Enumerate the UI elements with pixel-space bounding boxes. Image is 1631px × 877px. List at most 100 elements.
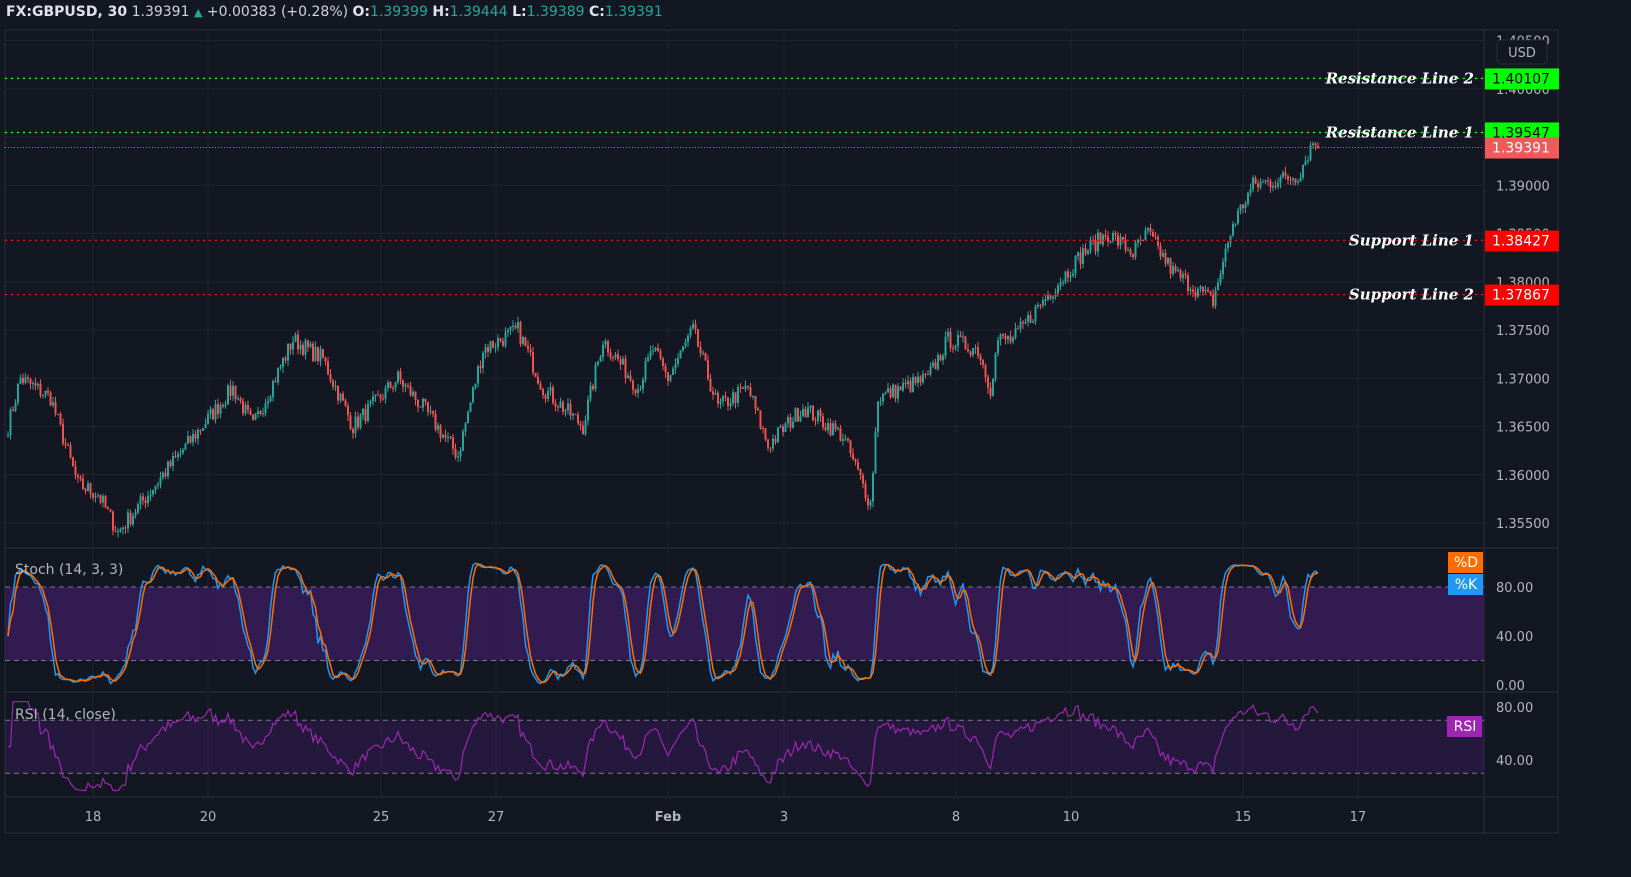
candle (444, 434, 447, 438)
candle (307, 340, 309, 347)
candle (29, 378, 32, 384)
candle (1199, 286, 1202, 289)
candle (849, 440, 852, 454)
candle (404, 384, 407, 387)
candle (32, 383, 34, 385)
candle (1052, 296, 1054, 299)
candle (104, 496, 107, 508)
candle (282, 358, 284, 367)
candle (19, 377, 22, 384)
candle (822, 416, 824, 428)
candle (1129, 249, 1132, 255)
candle (697, 329, 699, 347)
candle (34, 383, 37, 386)
candle (804, 408, 807, 418)
candle (947, 331, 949, 337)
candle (1034, 306, 1037, 322)
candle (919, 376, 922, 383)
candle (682, 346, 684, 351)
candle (1187, 275, 1189, 291)
candle (884, 392, 887, 394)
candle (489, 341, 492, 352)
candle (759, 410, 762, 429)
candle (209, 409, 212, 414)
candle (999, 334, 1002, 341)
candle (707, 360, 709, 379)
candle (769, 447, 772, 449)
candle (437, 425, 439, 430)
candle (364, 408, 367, 422)
candle (239, 398, 242, 401)
candle (1122, 236, 1124, 240)
candle (1039, 304, 1042, 306)
candle (829, 423, 832, 436)
candle (99, 495, 102, 503)
candle (17, 383, 19, 403)
candle (372, 396, 374, 402)
candle (177, 453, 179, 457)
candle (1087, 250, 1089, 255)
candle (117, 531, 119, 533)
candle (709, 378, 712, 392)
candle (794, 408, 797, 422)
candle (332, 380, 334, 387)
candle (212, 409, 214, 420)
candle (1277, 182, 1279, 188)
candle (649, 351, 652, 358)
candle (167, 461, 169, 477)
candle (972, 348, 974, 356)
candle (837, 428, 839, 430)
candle (914, 376, 917, 384)
candle (1167, 258, 1169, 264)
candle (599, 357, 602, 362)
candle (1009, 336, 1012, 342)
candle (1224, 248, 1227, 262)
candle (12, 409, 14, 411)
candle (824, 427, 827, 431)
candle (534, 372, 537, 377)
candle (1192, 289, 1194, 292)
candle (1212, 293, 1214, 307)
candle (937, 355, 939, 370)
candle (477, 366, 479, 384)
candle (529, 349, 532, 353)
candle (1169, 258, 1172, 275)
candle (207, 413, 209, 424)
candle (507, 329, 509, 333)
time-axis-label: 18 (85, 810, 102, 825)
candle (1062, 282, 1064, 284)
candle (234, 385, 237, 399)
candle (834, 423, 837, 430)
rsi-title: RSI (14, close) (15, 707, 116, 723)
candle (987, 377, 989, 388)
candle (427, 402, 429, 412)
candle (457, 456, 459, 458)
stoch-band (5, 587, 1484, 661)
candle (1237, 210, 1239, 224)
candle (1217, 282, 1219, 291)
chart-canvas[interactable]: 1.405001.400001.395001.390001.385001.380… (0, 0, 1631, 877)
candle (572, 413, 574, 416)
candle (1134, 242, 1137, 258)
resistance-price-value: 1.40107 (1492, 71, 1550, 87)
candle (607, 341, 609, 353)
candle (452, 437, 454, 449)
candle (449, 436, 452, 438)
candle (1064, 271, 1067, 283)
candle (1174, 266, 1177, 272)
stoch-axis-label: 80.00 (1496, 581, 1533, 596)
candle (309, 343, 312, 347)
candle (904, 382, 907, 385)
candle (724, 396, 727, 398)
stoch-axis-label: 40.00 (1496, 630, 1533, 645)
candle (342, 393, 344, 401)
candle (242, 400, 244, 414)
candle (152, 489, 154, 495)
candle (1244, 203, 1247, 209)
stoch-d-label: %D (1454, 555, 1478, 571)
candle (637, 389, 639, 394)
candle (589, 385, 592, 400)
candle (1179, 270, 1182, 279)
candle (802, 408, 804, 417)
candle (952, 348, 954, 350)
